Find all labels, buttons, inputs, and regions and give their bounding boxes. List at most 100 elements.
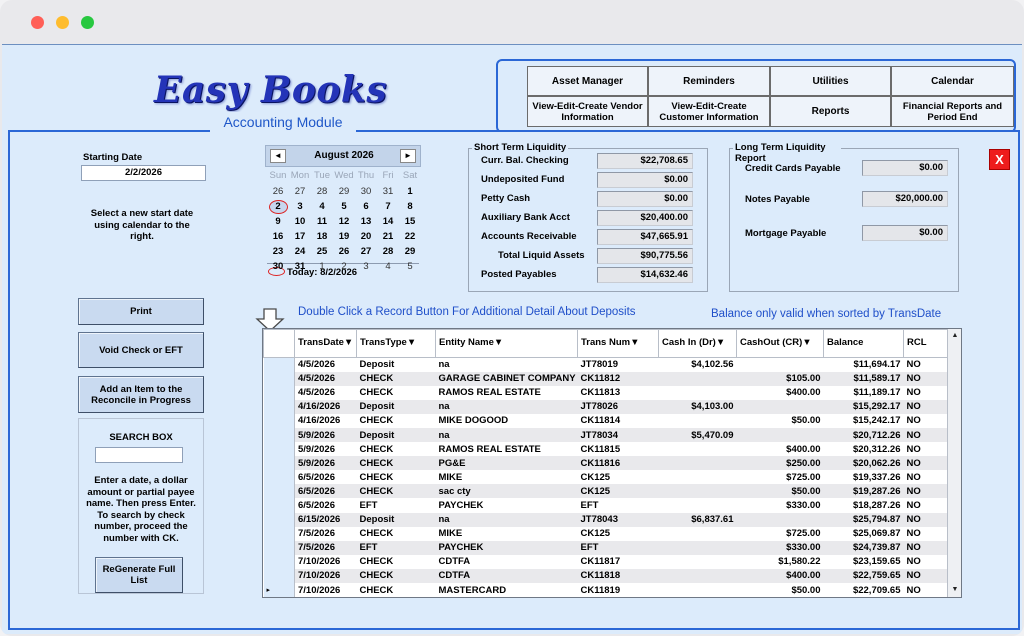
minimize-window-icon[interactable] (56, 16, 69, 29)
nav-calendar-button[interactable]: Calendar (891, 66, 1014, 96)
calendar-day[interactable]: 28 (377, 244, 399, 259)
calendar-day[interactable]: 5 (399, 259, 421, 274)
calendar-day[interactable]: 24 (289, 244, 311, 259)
calendar-day[interactable]: 3 (289, 199, 311, 214)
calendar-day[interactable]: 27 (355, 244, 377, 259)
column-header[interactable]: RCL (903, 329, 950, 358)
table-row[interactable]: 6/5/2026 CHECK MIKE CK125 $725.00 $19,337.26 N… (263, 470, 950, 485)
table-row[interactable]: 4/16/2026 Deposit na JT78026 $4,103.00 $15,29… (263, 399, 950, 414)
calendar-day[interactable]: 16 (267, 229, 289, 244)
close-button[interactable]: X (989, 149, 1010, 170)
nav-reminders-button[interactable]: Reminders (648, 66, 770, 96)
calendar-prev-icon[interactable]: ◄ (270, 149, 286, 163)
calendar-day[interactable]: 26 (267, 184, 289, 199)
column-header[interactable]: TransType▼ (356, 329, 436, 358)
record-selector-button[interactable] (263, 554, 295, 569)
add-reconcile-item-button[interactable]: Add an Item to the Reconcile in Progress (78, 376, 204, 413)
calendar-day[interactable]: 4 (377, 259, 399, 274)
table-row[interactable]: 7/5/2026 EFT PAYCHEK EFT $330.00 $24,739.87 NO (263, 540, 950, 555)
calendar-day[interactable]: 11 (311, 214, 333, 229)
table-row[interactable]: 6/15/2026 Deposit na JT78043 $6,837.61 $25,79… (263, 512, 950, 527)
record-selector-button[interactable] (263, 540, 295, 555)
calendar-day[interactable]: 8 (399, 199, 421, 214)
calendar-day-selected[interactable]: 2 (267, 199, 289, 214)
calendar-day[interactable]: 29 (399, 244, 421, 259)
calendar-day[interactable]: 20 (355, 229, 377, 244)
calendar-day[interactable]: 10 (289, 214, 311, 229)
table-row[interactable]: 5/9/2026 Deposit na JT78034 $5,470.09 $20,712… (263, 427, 950, 443)
scroll-down-icon[interactable]: ▼ (949, 584, 961, 596)
calendar-day[interactable]: 18 (311, 229, 333, 244)
search-input[interactable] (95, 447, 183, 463)
nav-utilities-button[interactable]: Utilities (770, 66, 891, 96)
table-row[interactable]: 4/5/2026 CHECK GARAGE CABINET COMPANY CK118… (263, 371, 950, 386)
close-window-icon[interactable] (31, 16, 44, 29)
nav-reports-button[interactable]: Reports (770, 96, 891, 127)
record-selector-button[interactable] (263, 512, 295, 527)
calendar-day[interactable]: 29 (333, 184, 355, 199)
column-header[interactable]: CashOut (CR)▼ (736, 329, 824, 358)
calendar-day[interactable]: 3 (355, 259, 377, 274)
record-selector-button[interactable] (263, 484, 295, 499)
table-scrollbar[interactable]: ▲ ▼ (947, 329, 961, 597)
calendar-day[interactable]: 23 (267, 244, 289, 259)
record-selector-button[interactable] (263, 470, 295, 485)
nav-financial-reports-button[interactable]: Financial Reports and Period End (891, 96, 1014, 127)
nav-vendor-info-button[interactable]: View-Edit-Create Vendor Information (527, 96, 648, 127)
calendar-day[interactable]: 13 (355, 214, 377, 229)
calendar-day[interactable]: 6 (355, 199, 377, 214)
table-row[interactable]: 4/16/2026 CHECK MIKE DOGOOD CK11814 $50.00 $1… (263, 413, 950, 428)
table-row[interactable]: 7/10/2026 CHECK CDTFA CK11817 $1,580.22 $23,1… (263, 554, 950, 569)
regenerate-list-button[interactable]: ReGenerate Full List (95, 557, 183, 593)
column-header[interactable]: Cash In (Dr)▼ (658, 329, 737, 358)
record-selector-button[interactable] (263, 456, 295, 471)
nav-asset-manager-button[interactable]: Asset Manager (527, 66, 648, 96)
calendar-day[interactable]: 27 (289, 184, 311, 199)
calendar-day[interactable]: 19 (333, 229, 355, 244)
table-row[interactable]: ▸ 7/10/2026 CHECK MASTERCARD CK11819 $50.00 $2… (263, 583, 950, 597)
table-row[interactable]: 4/5/2026 Deposit na JT78019 $4,102.56 $11,694… (263, 357, 950, 372)
calendar-day[interactable]: 1 (399, 184, 421, 199)
print-button[interactable]: Print (78, 298, 204, 325)
calendar-day[interactable]: 22 (399, 229, 421, 244)
calendar-day[interactable]: 31 (377, 184, 399, 199)
column-header[interactable]: Balance (823, 329, 904, 358)
calendar-day[interactable]: 25 (311, 244, 333, 259)
calendar-day[interactable]: 26 (333, 244, 355, 259)
record-selector-button[interactable] (263, 357, 295, 372)
calendar-next-icon[interactable]: ► (400, 149, 416, 163)
calendar-day[interactable]: 9 (267, 214, 289, 229)
zoom-window-icon[interactable] (81, 16, 94, 29)
record-selector-button[interactable] (263, 442, 295, 457)
column-header[interactable]: Trans Num▼ (577, 329, 659, 358)
table-row[interactable]: 7/5/2026 CHECK MIKE CK125 $725.00 $25,069.87 N… (263, 526, 950, 541)
record-selector-button[interactable] (263, 568, 295, 583)
calendar-day[interactable]: 30 (355, 184, 377, 199)
column-header[interactable]: Entity Name▼ (435, 329, 578, 358)
record-selector-button[interactable] (263, 371, 295, 386)
column-header[interactable]: TransDate▼ (294, 329, 357, 358)
calendar-day[interactable]: 15 (399, 214, 421, 229)
record-selector-button[interactable] (263, 526, 295, 541)
table-row[interactable]: 5/9/2026 CHECK RAMOS REAL ESTATE CK11815 $40… (263, 442, 950, 457)
calendar-day[interactable]: 5 (333, 199, 355, 214)
table-row[interactable]: 7/10/2026 CHECK CDTFA CK11818 $400.00 $22,759… (263, 568, 950, 583)
table-row[interactable]: 6/5/2026 CHECK sac cty CK125 $50.00 $19,287.2… (263, 484, 950, 499)
calendar-day[interactable]: 30 (267, 259, 289, 274)
calendar-day[interactable]: 17 (289, 229, 311, 244)
starting-date-field[interactable]: 2/2/2026 (81, 165, 206, 181)
table-row[interactable]: 4/5/2026 CHECK RAMOS REAL ESTATE CK11813 $40… (263, 385, 950, 400)
calendar-day[interactable]: 1 (311, 259, 333, 274)
record-selector-button[interactable] (263, 413, 295, 428)
calendar-day[interactable]: 31 (289, 259, 311, 274)
calendar-day[interactable]: 4 (311, 199, 333, 214)
record-selector-button[interactable] (263, 399, 295, 414)
nav-customer-info-button[interactable]: View-Edit-Create Customer Information (648, 96, 770, 127)
record-selector-button[interactable] (263, 385, 295, 400)
calendar-day[interactable]: 28 (311, 184, 333, 199)
table-row[interactable]: 6/5/2026 EFT PAYCHEK EFT $330.00 $18,287.26 NO (263, 498, 950, 513)
calendar-day[interactable]: 14 (377, 214, 399, 229)
record-selector-button[interactable]: ▸ (263, 583, 295, 597)
table-row[interactable]: 5/9/2026 CHECK PG&E CK11816 $250.00 $20,062.2… (263, 456, 950, 471)
record-selector-button[interactable] (263, 427, 295, 443)
